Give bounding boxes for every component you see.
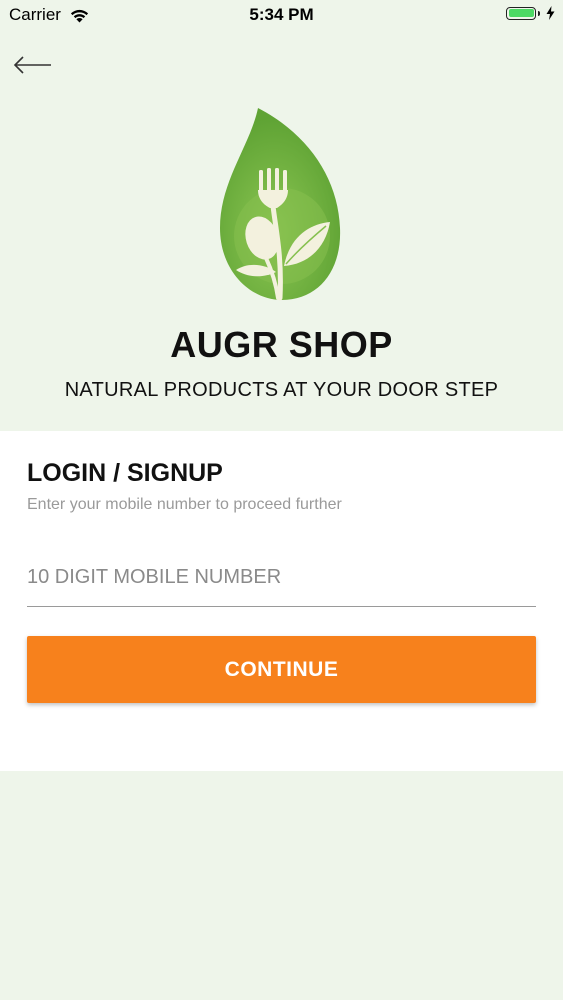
- login-subtitle: Enter your mobile number to proceed furt…: [27, 496, 342, 513]
- battery-tip: [538, 10, 540, 16]
- app-title: AUGR SHOP: [170, 324, 393, 365]
- arrow-left-icon: [13, 56, 51, 74]
- battery-fill: [508, 9, 534, 17]
- status-time: 5:34 PM: [249, 5, 314, 24]
- battery-indicator: [506, 6, 555, 20]
- mobile-number-input[interactable]: [27, 549, 536, 607]
- battery-icon: [506, 6, 536, 20]
- status-bar: Carrier 5:34 PM: [0, 0, 563, 30]
- back-button[interactable]: [12, 50, 54, 80]
- login-heading: LOGIN / SIGNUP: [27, 459, 223, 487]
- continue-button[interactable]: CONTINUE: [27, 636, 536, 703]
- login-card: LOGIN / SIGNUP Enter your mobile number …: [0, 431, 563, 771]
- leaf-fork-spoon-logo: [220, 108, 341, 301]
- charging-bolt-icon: [546, 6, 555, 20]
- app-tagline: NATURAL PRODUCTS AT YOUR DOOR STEP: [64, 379, 499, 401]
